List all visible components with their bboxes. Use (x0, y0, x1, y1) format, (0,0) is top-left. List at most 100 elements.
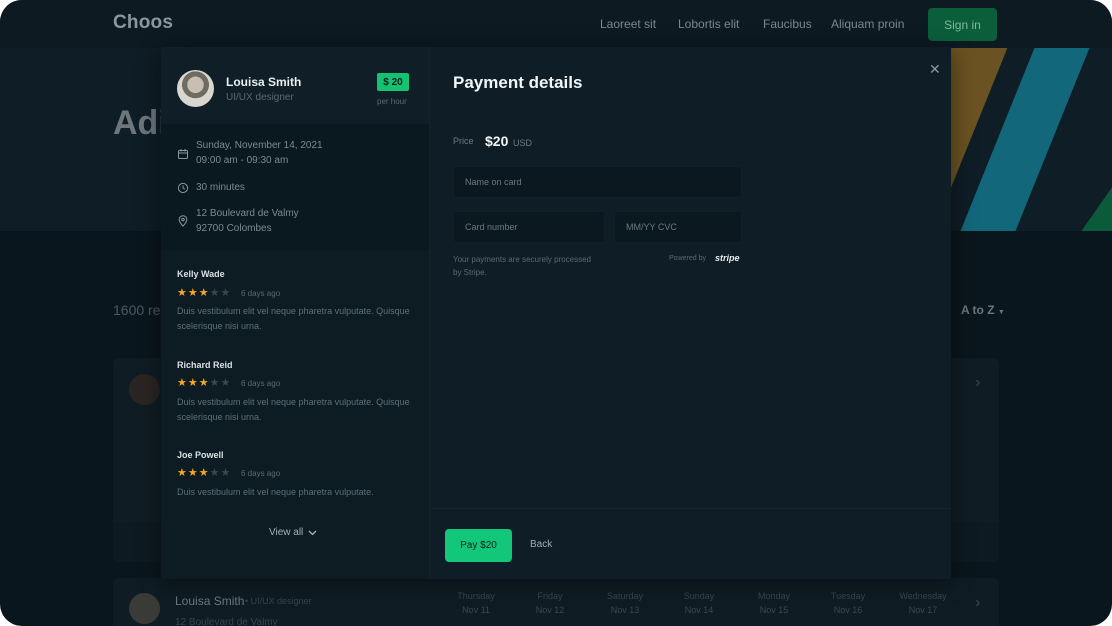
review-text: Duis vestibulum elit vel neque pharetra … (177, 397, 410, 422)
chevron-down-icon (308, 530, 317, 535)
star-icon: ★ (187, 287, 199, 299)
star-icon: ★ (198, 467, 210, 479)
day-name: Thursday (457, 591, 495, 601)
review-time: 6 days ago (241, 469, 281, 478)
powered-by-label: Powered by (669, 255, 706, 262)
day-slot[interactable]: Wednesday Nov 17 (893, 589, 953, 617)
star-icon: ★ (177, 467, 188, 479)
star-icon: ★ (177, 377, 188, 389)
pay-button[interactable]: Pay $20 (445, 529, 512, 562)
sort-dropdown[interactable]: A to Z ▼ (961, 303, 1005, 317)
chevron-right-icon[interactable]: › (975, 374, 980, 392)
location-pin-icon (178, 215, 188, 227)
star-icon: ★ (209, 287, 221, 299)
day-name: Friday (537, 591, 563, 601)
star-icon: ★ (209, 467, 221, 479)
secure-payment-note: Your payments are securely processed by … (453, 255, 591, 277)
day-slot[interactable]: Thursday Nov 11 (446, 589, 506, 617)
view-all-button[interactable]: View all (269, 527, 317, 538)
day-slot[interactable]: Sunday Nov 14 (669, 589, 729, 617)
day-name: Tuesday (830, 591, 866, 601)
clock-icon (177, 182, 189, 194)
avatar (129, 593, 160, 624)
star-icon: ★ (209, 377, 221, 389)
review-text: Duis vestibulum elit vel neque pharetra … (177, 487, 374, 497)
expiry-cvc-field[interactable]: MM/YY CVC (614, 211, 742, 243)
view-all-label: View all (269, 527, 304, 538)
hero-title: Adi (113, 104, 168, 142)
booking-address-line1: 12 Boulevard de Valmy (196, 208, 299, 219)
day-slot[interactable]: Saturday Nov 13 (595, 589, 655, 617)
day-date: Nov 13 (610, 605, 640, 615)
review-author: Richard Reid (177, 360, 233, 370)
payment-title: Payment details (453, 73, 583, 92)
day-slot[interactable]: Monday Nov 15 (744, 589, 804, 617)
nav-link-lobortis[interactable]: Lobortis elit (678, 17, 739, 31)
avatar (129, 374, 160, 405)
app-frame: Choos Laoreet sit Lobortis elit Faucibus… (0, 0, 1112, 626)
day-name: Saturday (606, 591, 644, 601)
day-date: Nov 11 (462, 605, 490, 615)
star-icon: ★ (198, 287, 210, 299)
listing-name: Louisa Smith (175, 594, 245, 608)
review-time: 6 days ago (241, 289, 281, 298)
star-icon: ★ (198, 377, 210, 389)
review-time: 6 days ago (241, 379, 281, 388)
stripe-logo: stripe (715, 253, 740, 263)
review-text: Duis vestibulum elit vel neque pharetra … (177, 306, 410, 331)
day-name: Sunday (683, 591, 715, 601)
day-name: Wednesday (899, 591, 947, 601)
booking-time: 09:00 am - 09:30 am (196, 155, 289, 166)
nav-link-faucibus[interactable]: Faucibus (763, 17, 812, 31)
review-author: Joe Powell (177, 450, 224, 460)
profile-name: Louisa Smith (226, 75, 302, 89)
star-rating: ★★★★★ (177, 286, 231, 299)
logo[interactable]: Choos (113, 12, 173, 34)
listing-role: • UI/UX designer (245, 596, 312, 606)
profile-header: Louisa Smith UI/UX designer $ 20 per hou… (161, 47, 429, 124)
star-icon: ★ (177, 287, 188, 299)
nav-link-laoreet[interactable]: Laoreet sit (600, 17, 656, 31)
nav-link-aliquam[interactable]: Aliquam proin (831, 17, 904, 31)
star-icon: ★ (220, 377, 232, 389)
profile-role: UI/UX designer (226, 92, 294, 103)
price-value: $20 (485, 133, 509, 149)
day-name: Monday (757, 591, 791, 601)
price-currency: USD (513, 138, 533, 148)
sign-in-button[interactable]: Sign in (928, 8, 997, 41)
star-rating: ★★★★★ (177, 376, 231, 389)
day-date: Nov 16 (833, 605, 863, 615)
star-icon: ★ (220, 467, 232, 479)
decorative-stripe (1037, 173, 1112, 231)
calendar-icon (178, 149, 188, 159)
chevron-right-icon[interactable]: › (975, 594, 980, 612)
back-button[interactable]: Back (530, 539, 552, 550)
footer-divider (430, 508, 951, 509)
card-number-field[interactable]: Card number (453, 211, 605, 243)
payment-modal: Louisa Smith UI/UX designer $ 20 per hou… (161, 47, 951, 579)
price-label: Price (453, 136, 474, 146)
listing-address: 12 Boulevard de Valmy (175, 617, 278, 626)
price-badge: $ 20 (377, 73, 409, 91)
close-icon[interactable]: ✕ (929, 61, 941, 78)
day-date: Nov 12 (535, 605, 565, 615)
booking-date: Sunday, November 14, 2021 (196, 140, 323, 151)
payment-panel: Payment details ✕ Price $20 USD Name on … (430, 47, 951, 579)
booking-address-line2: 92700 Colombes (196, 223, 272, 234)
listing-role-text: UI/UX designer (250, 596, 312, 606)
day-date: Nov 14 (684, 605, 714, 615)
day-date: Nov 15 (759, 605, 789, 615)
day-date: Nov 17 (908, 605, 938, 615)
star-icon: ★ (220, 287, 232, 299)
star-rating: ★★★★★ (177, 466, 231, 479)
top-navbar: Choos Laoreet sit Lobortis elit Faucibus… (0, 0, 1112, 48)
star-icon: ★ (187, 377, 199, 389)
name-on-card-field[interactable]: Name on card (453, 166, 742, 198)
day-slot[interactable]: Tuesday Nov 16 (818, 589, 878, 617)
star-icon: ★ (187, 467, 199, 479)
booking-summary-panel: Louisa Smith UI/UX designer $ 20 per hou… (161, 47, 429, 579)
sort-label: A to Z (961, 303, 995, 317)
booking-duration: 30 minutes (196, 182, 245, 193)
price-unit: per hour (377, 97, 407, 106)
day-slot[interactable]: Friday Nov 12 (520, 589, 580, 617)
